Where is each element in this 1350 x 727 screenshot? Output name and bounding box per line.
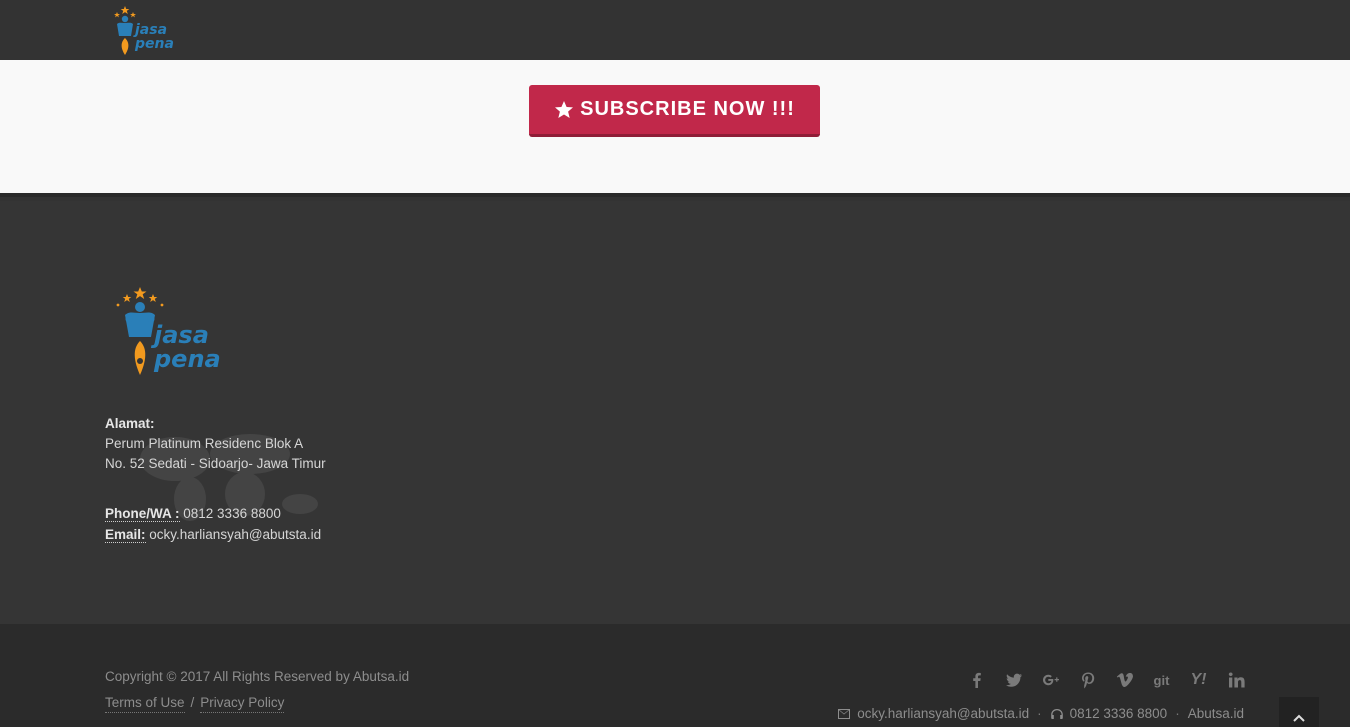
bottom-email[interactable]: ocky.harliansyah@abutsta.id	[857, 706, 1029, 721]
legal-links: Terms of Use / Privacy Policy	[105, 695, 285, 713]
address-label: Alamat:	[105, 416, 155, 431]
bottom-site-link[interactable]: Abutsa.id	[1188, 706, 1244, 721]
top-header: jasa pena	[0, 0, 1350, 60]
site-logo[interactable]: jasa pena	[108, 2, 180, 58]
address-block: Alamat: Perum Platinum Residenc Blok A N…	[105, 414, 326, 474]
bottom-contact: ocky.harliansyah@abutsta.id · 0812 3336 …	[837, 706, 1244, 721]
envelope-icon	[838, 708, 851, 719]
address-line-1: Perum Platinum Residenc Blok A	[105, 436, 304, 451]
chevron-up-icon	[1293, 714, 1305, 722]
subscribe-section: SUBSCRIBE NOW !!!	[0, 60, 1350, 197]
vimeo-icon[interactable]	[1106, 670, 1143, 690]
footer-bottom: Copyright © 2017 All Rights Reserved by …	[0, 624, 1350, 727]
separator-dot: ·	[1037, 706, 1042, 721]
back-to-top-button[interactable]	[1279, 697, 1319, 727]
footer-main: jasa pena Alamat: Perum Platinum Residen…	[0, 201, 1350, 624]
yahoo-icon[interactable]: Y!	[1180, 670, 1217, 690]
phone-row: Phone/WA : 0812 3336 8800	[105, 503, 321, 524]
legal-separator: /	[190, 695, 195, 710]
phone-label: Phone/WA :	[105, 506, 180, 522]
privacy-link[interactable]: Privacy Policy	[200, 695, 285, 713]
social-links: git Y!	[958, 670, 1254, 690]
copyright-text: Copyright © 2017 All Rights Reserved by …	[105, 669, 410, 684]
facebook-icon[interactable]	[958, 670, 995, 690]
star-icon	[555, 100, 574, 118]
contact-block: Phone/WA : 0812 3336 8800 Email: ocky.ha…	[105, 503, 321, 545]
linkedin-icon[interactable]	[1217, 670, 1254, 690]
pinterest-icon[interactable]	[1069, 670, 1106, 690]
email-value[interactable]: ocky.harliansyah@abutsta.id	[149, 527, 321, 542]
twitter-icon[interactable]	[995, 670, 1032, 690]
footer-logo-text-pena: pena	[153, 345, 221, 373]
footer-logo: jasa pena	[110, 285, 228, 381]
email-row: Email: ocky.harliansyah@abutsta.id	[105, 524, 321, 545]
email-label: Email:	[105, 527, 146, 543]
headphones-icon	[1050, 708, 1063, 719]
logo-text-pena: pena	[134, 36, 174, 52]
address-line-2: No. 52 Sedati - Sidoarjo- Jawa Timur	[105, 456, 326, 471]
google-plus-icon[interactable]	[1032, 670, 1069, 690]
subscribe-label: SUBSCRIBE NOW !!!	[580, 98, 795, 120]
bottom-phone[interactable]: 0812 3336 8800	[1070, 706, 1168, 721]
subscribe-button[interactable]: SUBSCRIBE NOW !!!	[529, 85, 820, 137]
terms-link[interactable]: Terms of Use	[105, 695, 185, 713]
separator-dot: ·	[1175, 706, 1180, 721]
git-icon[interactable]: git	[1143, 670, 1180, 690]
phone-value: 0812 3336 8800	[183, 506, 281, 521]
